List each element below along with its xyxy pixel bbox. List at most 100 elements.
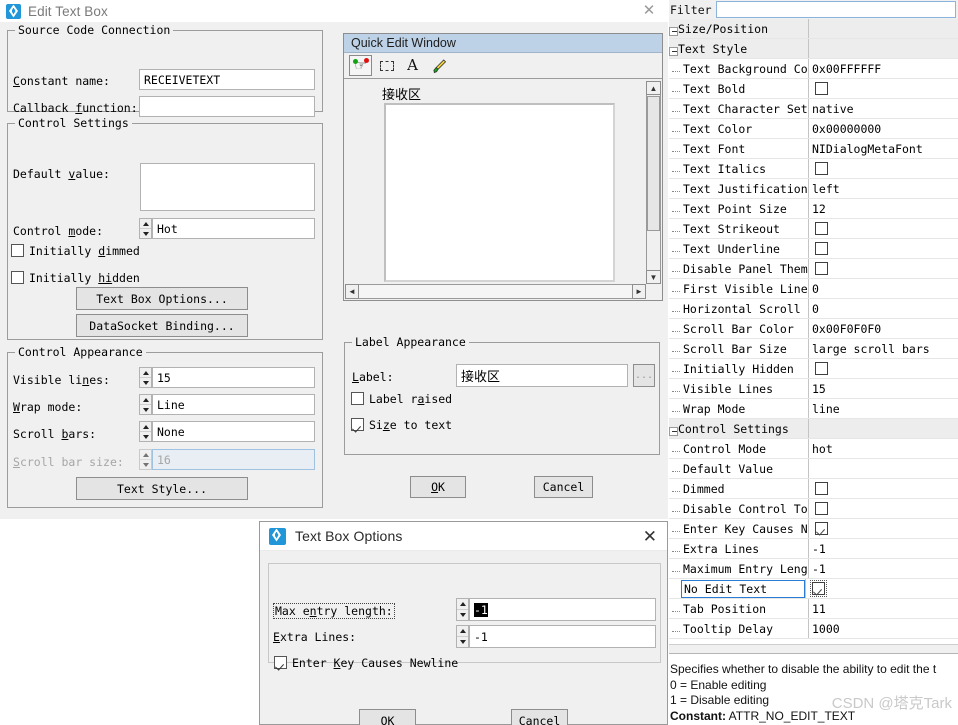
filter-input[interactable] <box>715 1 956 18</box>
property-row[interactable]: Wrap Mode line <box>669 399 958 419</box>
property-value[interactable] <box>808 219 958 238</box>
property-row[interactable]: Scroll Bar Color 0x00F0F0F0 <box>669 319 958 339</box>
datasocket-binding-button[interactable]: DataSocket Binding... <box>76 314 248 337</box>
property-value[interactable] <box>808 519 958 538</box>
property-row[interactable]: Visible Lines 15 <box>669 379 958 399</box>
default-value-input[interactable] <box>140 163 315 211</box>
property-value[interactable]: large scroll bars <box>808 339 958 358</box>
property-value[interactable] <box>808 239 958 258</box>
max-entry-length-input[interactable]: -1 <box>469 598 656 621</box>
property-value[interactable] <box>808 39 958 58</box>
property-row[interactable]: Text Style <box>669 39 958 59</box>
select-tool-icon[interactable] <box>375 55 398 76</box>
label-raised-checkbox[interactable] <box>351 392 364 405</box>
property-value[interactable] <box>808 19 958 38</box>
enter-key-newline-checkbox[interactable] <box>274 656 287 669</box>
property-checkbox[interactable] <box>815 162 828 175</box>
scroll-left-icon[interactable]: ◄ <box>345 284 359 299</box>
property-row[interactable]: Text Bold <box>669 79 958 99</box>
tree-expand-icon[interactable] <box>669 426 678 436</box>
property-row[interactable]: Default Value <box>669 459 958 479</box>
property-value[interactable] <box>808 499 958 518</box>
spinner-up-icon[interactable] <box>140 422 151 432</box>
property-value[interactable]: left <box>808 179 958 198</box>
visible-lines-input[interactable]: 15 <box>152 367 315 388</box>
property-value[interactable] <box>808 159 958 178</box>
property-row[interactable]: Control Settings <box>669 419 958 439</box>
property-row[interactable]: Horizontal Scroll Offset0 <box>669 299 958 319</box>
property-value[interactable] <box>808 419 958 438</box>
label-input[interactable]: 接收区 <box>456 364 628 387</box>
property-row[interactable]: Text Font NIDialogMetaFont <box>669 139 958 159</box>
property-value[interactable]: native <box>808 99 958 118</box>
property-value[interactable]: NIDialogMetaFont <box>808 139 958 158</box>
property-row[interactable]: Text Character Set native <box>669 99 958 119</box>
property-value[interactable]: 1000 <box>808 619 958 638</box>
property-value[interactable] <box>808 459 958 478</box>
ok-button[interactable]: OK <box>410 476 466 498</box>
wrap-mode-input[interactable]: Line <box>152 394 315 415</box>
property-row[interactable]: Disable Control Tooltip <box>669 499 958 519</box>
property-value[interactable]: 11 <box>808 599 958 618</box>
property-checkbox[interactable] <box>815 222 828 235</box>
property-row[interactable]: Tooltip Delay 1000 <box>669 619 958 639</box>
property-row[interactable]: Text Italics <box>669 159 958 179</box>
wrap-mode-spinner[interactable] <box>139 394 152 415</box>
extra-lines-input[interactable]: -1 <box>469 625 656 648</box>
tree-expand-icon[interactable] <box>669 46 678 56</box>
property-value[interactable] <box>808 79 958 98</box>
property-row[interactable]: Extra Lines -1 <box>669 539 958 559</box>
spinner-down-icon[interactable] <box>140 432 151 441</box>
spinner-up-icon[interactable] <box>140 219 151 229</box>
property-row[interactable]: Initially Hidden <box>669 359 958 379</box>
property-checkbox[interactable] <box>815 362 828 375</box>
operate-tool-icon[interactable]: ☞ <box>349 55 372 76</box>
scroll-bars-spinner[interactable] <box>139 421 152 442</box>
property-checkbox[interactable] <box>815 82 828 95</box>
property-row[interactable]: Text Point Size 12 <box>669 199 958 219</box>
extra-lines-spinner[interactable] <box>456 625 469 648</box>
close-icon[interactable]: ✕ <box>638 3 660 19</box>
property-value[interactable]: 15 <box>808 379 958 398</box>
text-box-control[interactable] <box>384 103 615 282</box>
property-row[interactable]: Text Strikeout <box>669 219 958 239</box>
spinner-up-icon[interactable] <box>457 599 468 610</box>
control-mode-input[interactable]: Hot <box>152 218 315 239</box>
text-style-button[interactable]: Text Style... <box>76 477 248 500</box>
property-checkbox[interactable] <box>810 580 827 597</box>
scroll-right-icon[interactable]: ► <box>632 284 646 299</box>
property-row[interactable]: Text Justification left <box>669 179 958 199</box>
property-row[interactable]: Text Underline <box>669 239 958 259</box>
property-grid[interactable]: Size/Position Text Style Text Background C… <box>669 19 958 653</box>
property-value[interactable] <box>805 579 958 598</box>
size-to-text-checkbox[interactable] <box>351 418 364 431</box>
cancel-button[interactable]: Cancel <box>534 476 593 498</box>
property-row[interactable]: Dimmed <box>669 479 958 499</box>
property-row[interactable]: Disable Panel Theme <box>669 259 958 279</box>
property-value[interactable]: 0 <box>808 299 958 318</box>
label-tool-icon[interactable]: A <box>401 55 424 76</box>
spinner-up-icon[interactable] <box>140 368 151 378</box>
spinner-down-icon[interactable] <box>140 229 151 238</box>
property-value[interactable]: 0x00000000 <box>808 119 958 138</box>
property-row[interactable]: Enter Key Causes Newline <box>669 519 958 539</box>
constant-name-input[interactable]: RECEIVETEXT <box>139 69 315 90</box>
property-value[interactable] <box>808 479 958 498</box>
scroll-bars-input[interactable]: None <box>152 421 315 442</box>
property-value[interactable]: 12 <box>808 199 958 218</box>
property-row[interactable]: Scroll Bar Size large scroll bars <box>669 339 958 359</box>
property-value[interactable]: 0 <box>808 279 958 298</box>
max-entry-length-spinner[interactable] <box>456 598 469 621</box>
property-row[interactable]: Tab Position 11 <box>669 599 958 619</box>
label-browse-button[interactable]: ... <box>633 364 655 387</box>
scroll-up-icon[interactable]: ▲ <box>646 81 661 95</box>
visible-lines-spinner[interactable] <box>139 367 152 388</box>
property-checkbox[interactable] <box>815 262 828 275</box>
property-value[interactable] <box>808 259 958 278</box>
text-box-options-button[interactable]: Text Box Options... <box>76 287 248 310</box>
callback-function-input[interactable] <box>139 96 315 117</box>
control-mode-spinner[interactable] <box>139 218 152 239</box>
scroll-down-icon[interactable]: ▼ <box>646 270 661 284</box>
property-row[interactable]: Control Mode hot <box>669 439 958 459</box>
property-row[interactable]: First Visible Line 0 <box>669 279 958 299</box>
